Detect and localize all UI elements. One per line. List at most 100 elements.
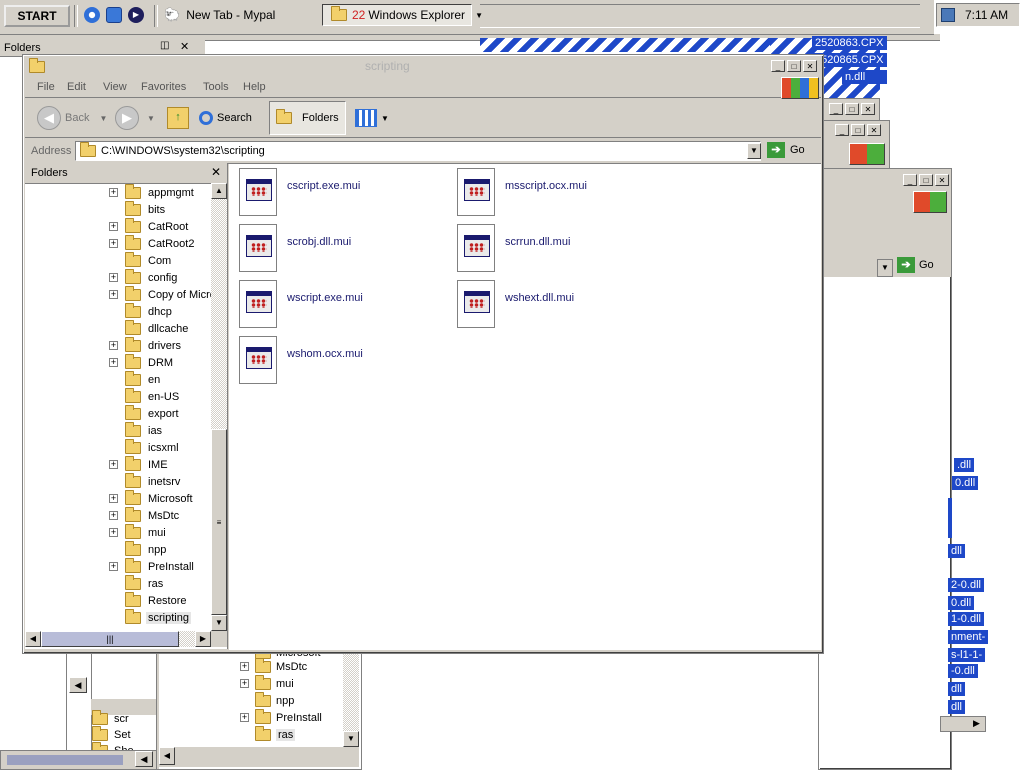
- tree-item[interactable]: + Copy of Micro: [109, 285, 211, 303]
- scroll-left-icon[interactable]: ◀: [69, 677, 87, 693]
- views-dropdown-icon[interactable]: ▼: [381, 114, 389, 123]
- file-item[interactable]: scrobj.dll.mui: [239, 224, 351, 272]
- tree-vscroll[interactable]: ▲ ≡ ▼: [211, 183, 227, 631]
- maximize-icon[interactable]: □: [919, 174, 933, 186]
- close-icon[interactable]: ✕: [935, 174, 949, 186]
- tree-item[interactable]: dhcp: [109, 302, 174, 320]
- tree-item[interactable]: + CatRoot2: [109, 234, 196, 252]
- close-icon[interactable]: ✕: [861, 103, 875, 115]
- scroll-left-icon[interactable]: ◀: [25, 631, 41, 647]
- tree-item[interactable]: npp: [109, 540, 168, 558]
- tree-item[interactable]: + appmgmt: [109, 183, 196, 201]
- go-button[interactable]: ➔ Go: [767, 142, 805, 158]
- tree-item[interactable]: + IME: [109, 455, 170, 473]
- address-dropdown-icon[interactable]: ▼: [877, 259, 893, 277]
- tree-item[interactable]: inetsrv: [109, 472, 182, 490]
- expand-icon[interactable]: +: [109, 239, 118, 248]
- tree-item[interactable]: en-US: [109, 387, 181, 405]
- list-item[interactable]: scr: [92, 709, 129, 727]
- tree-item[interactable]: bits: [109, 200, 167, 218]
- expand-icon[interactable]: +: [109, 494, 118, 503]
- expand-icon[interactable]: +: [109, 358, 118, 367]
- menu-edit[interactable]: Edit: [67, 81, 86, 93]
- title-bar[interactable]: scripting _ □ ✕: [25, 57, 821, 75]
- tree-item[interactable]: + DRM: [109, 353, 175, 371]
- scroll-left-icon[interactable]: ◀: [159, 747, 175, 765]
- tree-item[interactable]: ias: [109, 421, 164, 439]
- tree-item[interactable]: export: [109, 404, 181, 422]
- expand-icon[interactable]: +: [109, 290, 118, 299]
- tree-item[interactable]: dllcache: [109, 319, 190, 337]
- up-folder-button[interactable]: ↑: [161, 101, 195, 135]
- scroll-up-icon[interactable]: ▲: [211, 183, 227, 199]
- expand-icon[interactable]: +: [240, 679, 249, 688]
- hscroll-thumb[interactable]: |||: [41, 631, 179, 647]
- file-item[interactable]: wscript.exe.mui: [239, 280, 363, 328]
- outlook-icon[interactable]: [106, 7, 122, 23]
- file-item[interactable]: msscript.ocx.mui: [457, 168, 587, 216]
- start-button[interactable]: START: [4, 5, 70, 27]
- tree-item[interactable]: + MsDtc: [109, 506, 181, 524]
- maximize-icon[interactable]: □: [845, 103, 859, 115]
- minimize-icon[interactable]: _: [835, 124, 849, 136]
- forward-button[interactable]: ▶ ▼: [109, 101, 161, 135]
- tree-item[interactable]: ras: [240, 725, 296, 743]
- expand-icon[interactable]: +: [109, 273, 118, 282]
- list-item[interactable]: Set: [92, 725, 131, 743]
- go-button[interactable]: ➔ Go: [897, 257, 934, 273]
- expand-icon[interactable]: +: [109, 511, 118, 520]
- tree-item[interactable]: + PreInstall: [109, 557, 196, 575]
- expand-icon[interactable]: +: [240, 662, 249, 671]
- background-hscroll[interactable]: ▶: [940, 716, 986, 732]
- close-pane-icon[interactable]: ✕: [211, 165, 221, 179]
- list-item[interactable]: dll: [948, 700, 966, 714]
- background-hscroll-bottom[interactable]: ◀: [0, 750, 158, 770]
- expand-icon[interactable]: +: [109, 562, 118, 571]
- back-button[interactable]: ◀ Back ▼: [31, 101, 113, 135]
- expand-icon[interactable]: +: [109, 341, 118, 350]
- minimize-icon[interactable]: _: [903, 174, 917, 186]
- expand-icon[interactable]: +: [109, 188, 118, 197]
- tree-item[interactable]: en: [109, 370, 162, 388]
- tree-item[interactable]: scripting: [109, 608, 191, 626]
- tree-item[interactable]: + PreInstall: [240, 708, 322, 726]
- close-icon[interactable]: ✕: [180, 40, 189, 53]
- tree-item[interactable]: + config: [109, 268, 179, 286]
- list-item[interactable]: 2520863.CPX: [812, 36, 887, 50]
- scroll-right-icon[interactable]: ▶: [973, 718, 980, 729]
- list-item[interactable]: 1-0.dll: [948, 612, 984, 626]
- tree-item[interactable]: ras: [109, 574, 165, 592]
- list-item[interactable]: 0.dll: [952, 476, 979, 490]
- expand-icon[interactable]: +: [240, 713, 249, 722]
- folders-button[interactable]: Folders: [269, 101, 346, 135]
- task-windows-explorer[interactable]: 22 Windows Explorer ▼: [322, 4, 483, 26]
- list-item[interactable]: s-l1-1-: [948, 648, 986, 662]
- tree-item[interactable]: + mui: [109, 523, 168, 541]
- task-mypal[interactable]: 🐑 New Tab - Mypal: [164, 4, 316, 26]
- menu-file[interactable]: File: [37, 81, 55, 93]
- expand-icon[interactable]: +: [109, 222, 118, 231]
- scroll-right-icon[interactable]: ▶: [195, 631, 211, 647]
- close-button[interactable]: ✕: [803, 60, 817, 72]
- list-item[interactable]: dll: [948, 682, 966, 696]
- list-item[interactable]: -0.dll: [948, 664, 978, 678]
- address-dropdown-icon[interactable]: ▼: [747, 143, 761, 159]
- maximize-button[interactable]: □: [787, 60, 801, 72]
- tree-item[interactable]: + MsDtc: [240, 657, 307, 675]
- list-item[interactable]: 2-0.dll: [948, 578, 984, 592]
- back-dropdown-icon[interactable]: ▼: [99, 114, 107, 123]
- menu-view[interactable]: View: [103, 81, 127, 93]
- file-item[interactable]: cscript.exe.mui: [239, 168, 360, 216]
- tree-item[interactable]: icsxml: [109, 438, 181, 456]
- tree-item[interactable]: + mui: [240, 674, 294, 692]
- tree-item[interactable]: + drivers: [109, 336, 183, 354]
- menu-favorites[interactable]: Favorites: [141, 81, 186, 93]
- menu-tools[interactable]: Tools: [203, 81, 229, 93]
- tree-item[interactable]: Com: [109, 251, 173, 269]
- scroll-thumb[interactable]: ≡: [211, 429, 227, 615]
- tree-item[interactable]: Restore: [109, 591, 189, 609]
- media-player-icon[interactable]: ▶: [128, 7, 144, 23]
- menu-help[interactable]: Help: [243, 81, 266, 93]
- maximize-icon[interactable]: □: [851, 124, 865, 136]
- scroll-down-icon[interactable]: ▼: [343, 731, 359, 747]
